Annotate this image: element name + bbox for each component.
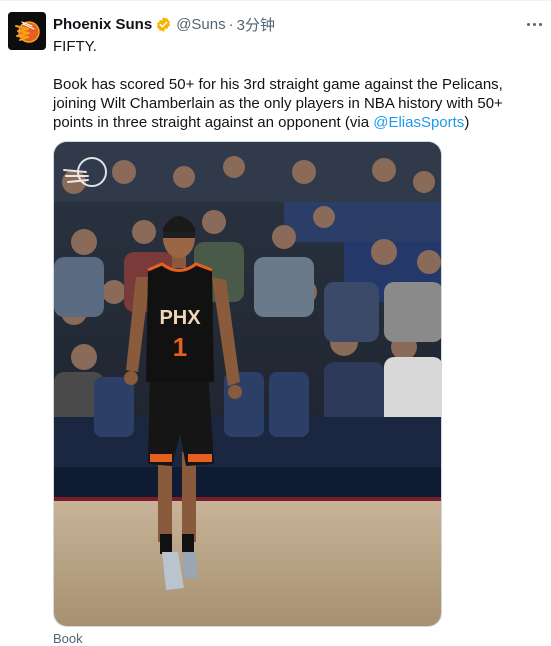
phoenix-suns-logo-icon: [8, 12, 46, 50]
more-options-icon[interactable]: [524, 14, 544, 34]
separator: ·: [228, 15, 234, 33]
tweet-header: Phoenix Suns @Suns · 3分钟: [53, 14, 275, 34]
display-name[interactable]: Phoenix Suns: [53, 16, 152, 33]
tweet[interactable]: Phoenix Suns @Suns · 3分钟 FIFTY. Book has…: [0, 0, 551, 646]
jersey-number: 1: [173, 332, 187, 362]
tweet-body: Book has scored 50+ for his 3rd straight…: [53, 75, 541, 132]
timestamp[interactable]: 3分钟: [237, 14, 275, 35]
tweet-body-end: ): [464, 114, 470, 131]
verified-badge-icon: [155, 16, 172, 33]
jersey-text: PHX: [159, 307, 201, 329]
avatar[interactable]: [8, 12, 46, 50]
divider: [0, 0, 551, 1]
mention-link[interactable]: @EliasSports: [373, 114, 464, 131]
tweet-line-1: FIFTY.: [53, 38, 97, 55]
tweet-photo[interactable]: PHX 1: [53, 141, 442, 627]
tweet-text: FIFTY. Book has scored 50+ for his 3rd s…: [53, 37, 541, 132]
handle[interactable]: @Suns: [176, 16, 225, 33]
media-caption: Book: [53, 631, 83, 646]
basketball-player-photo: PHX 1: [54, 142, 441, 626]
